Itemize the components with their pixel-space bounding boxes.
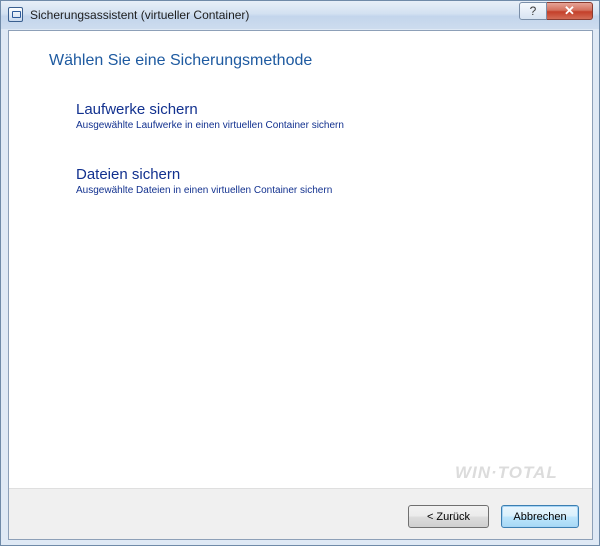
back-button[interactable]: < Zurück bbox=[408, 505, 489, 528]
option-description: Ausgewählte Dateien in einen virtuellen … bbox=[76, 185, 333, 196]
close-button[interactable]: ✕ bbox=[547, 2, 593, 20]
wizard-client-area: Wählen Sie eine Sicherungsmethode Laufwe… bbox=[8, 30, 593, 540]
option-backup-files[interactable]: Dateien sichern Ausgewählte Dateien in e… bbox=[76, 166, 332, 196]
window-title: Sicherungsassistent (virtueller Containe… bbox=[30, 8, 250, 22]
caption-buttons: ? ✕ bbox=[519, 2, 593, 20]
option-title[interactable]: Dateien sichern bbox=[76, 166, 332, 183]
question-icon: ? bbox=[529, 4, 537, 18]
option-description: Ausgewählte Laufwerke in einen virtuelle… bbox=[76, 120, 344, 131]
option-backup-drives[interactable]: Laufwerke sichern Ausgewählte Laufwerke … bbox=[76, 101, 344, 131]
title-bar[interactable]: Sicherungsassistent (virtueller Containe… bbox=[1, 1, 599, 29]
watermark-logo: WIN·TOTAL bbox=[455, 463, 558, 482]
container-app-icon bbox=[8, 7, 23, 22]
wizard-window: Sicherungsassistent (virtueller Containe… bbox=[0, 0, 600, 546]
option-title[interactable]: Laufwerke sichern bbox=[76, 101, 344, 118]
close-icon: ✕ bbox=[564, 3, 575, 18]
cancel-button[interactable]: Abbrechen bbox=[501, 505, 579, 528]
page-title: Wählen Sie eine Sicherungsmethode bbox=[49, 52, 313, 69]
help-button[interactable]: ? bbox=[519, 2, 547, 20]
wizard-content: Wählen Sie eine Sicherungsmethode Laufwe… bbox=[9, 31, 592, 489]
